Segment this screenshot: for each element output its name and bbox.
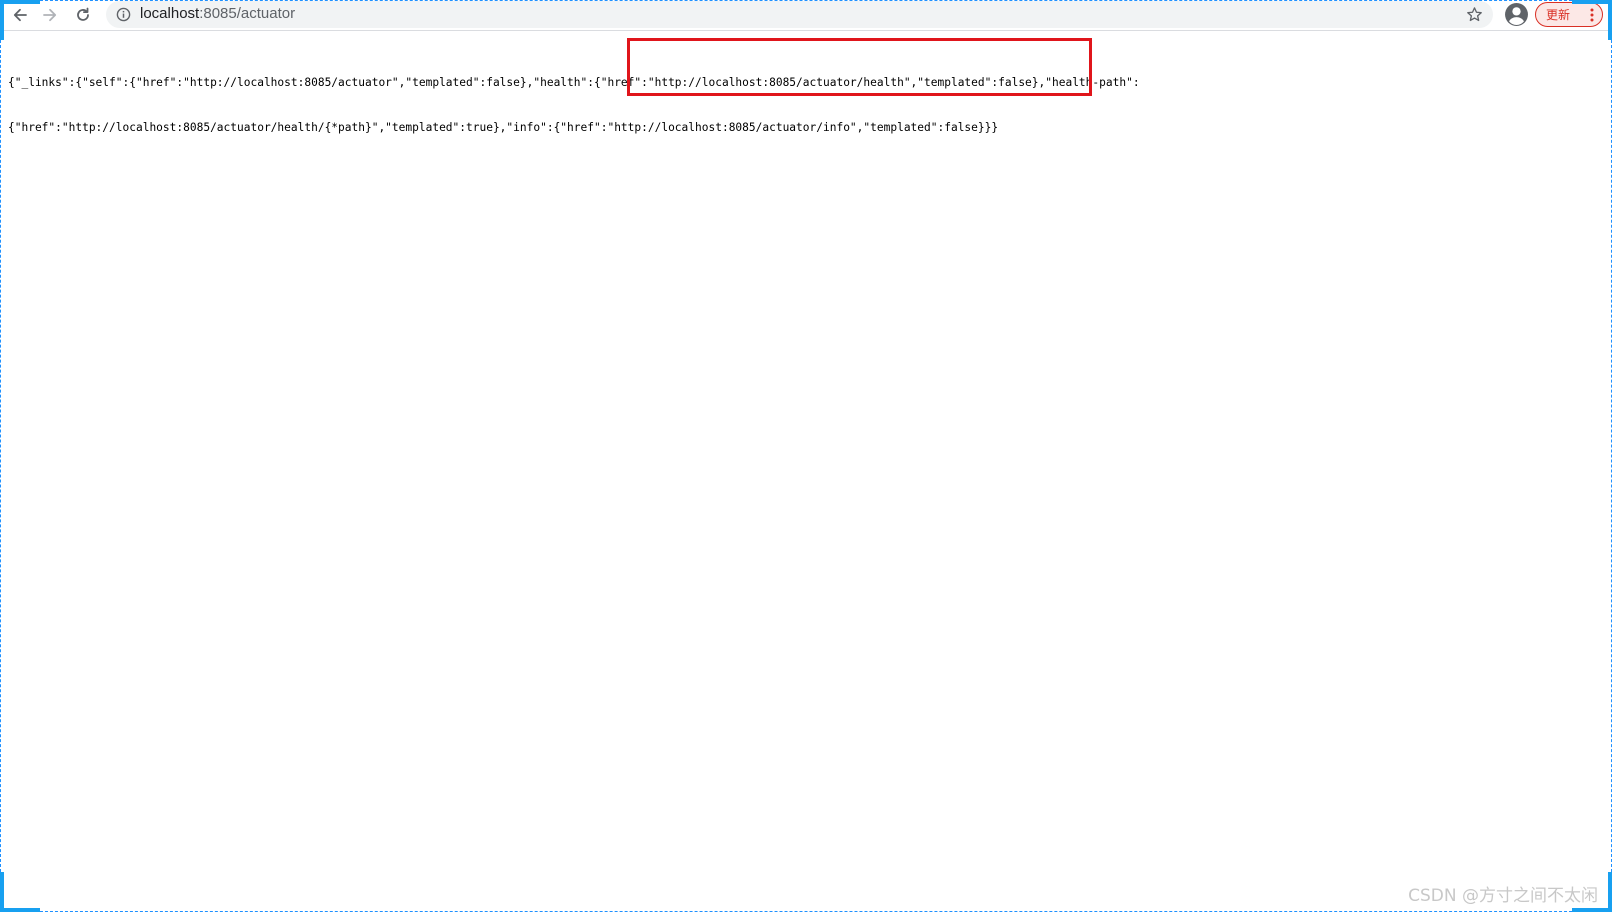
json-response: {"_links":{"self":{"href":"http://localh…	[8, 45, 1208, 150]
profile-icon[interactable]	[1504, 2, 1529, 27]
forward-arrow-icon	[43, 8, 57, 22]
update-button[interactable]: 更新	[1535, 2, 1603, 27]
frame-corner	[0, 0, 40, 4]
frame-corner	[1572, 0, 1612, 4]
json-line-1: {"_links":{"self":{"href":"http://localh…	[8, 76, 1140, 89]
frame-corner	[1608, 0, 1612, 40]
star-icon[interactable]	[1466, 6, 1483, 23]
json-line-2: {"href":"http://localhost:8085/actuator/…	[8, 121, 999, 134]
frame-corner	[1572, 908, 1612, 912]
url-path: :8085/actuator	[199, 5, 296, 22]
update-label: 更新	[1546, 8, 1571, 22]
back-button[interactable]	[7, 2, 33, 28]
url-host: localhost	[140, 5, 200, 22]
frame-corner	[1608, 872, 1612, 912]
reload-button[interactable]	[70, 2, 96, 28]
frame-corner	[0, 0, 4, 40]
browser-toolbar: localhost:8085/actuator 更新	[0, 0, 1612, 31]
watermark: CSDN @方寸之间不太闲	[1408, 886, 1598, 906]
info-icon[interactable]	[116, 7, 131, 22]
back-arrow-icon	[13, 8, 27, 22]
frame-corner	[0, 872, 4, 912]
url-text[interactable]: localhost:8085/actuator	[140, 5, 295, 22]
frame-corner	[0, 908, 40, 912]
menu-dots-icon	[1590, 8, 1594, 22]
forward-button[interactable]	[37, 2, 63, 28]
address-bar[interactable]: localhost:8085/actuator	[106, 1, 1493, 28]
reload-icon	[77, 7, 89, 21]
